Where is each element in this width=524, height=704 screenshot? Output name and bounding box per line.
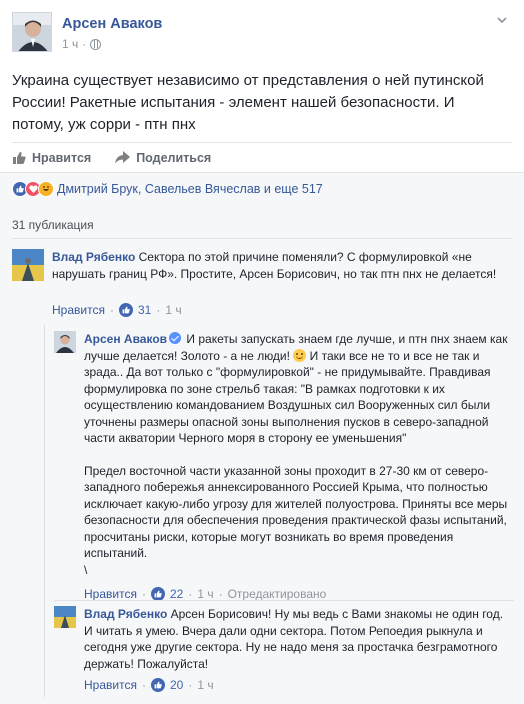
- reply-author[interactable]: Арсен Аваков: [84, 332, 167, 346]
- reply-like-button[interactable]: Нравится: [84, 678, 137, 692]
- reply-meta: Нравится · 20 · 1 ч: [84, 678, 214, 692]
- reply-thread-line: [44, 325, 45, 697]
- post-time[interactable]: 1 ч: [62, 37, 78, 51]
- reply-meta: Нравится · 22 · 1 ч · Отредактировано: [84, 587, 327, 601]
- post-meta: 1 ч ·: [62, 37, 102, 51]
- comment-like-button[interactable]: Нравится: [52, 303, 105, 317]
- avatar[interactable]: [12, 249, 44, 281]
- reply-time[interactable]: 1 ч: [197, 587, 213, 601]
- haha-reaction-icon: [38, 180, 54, 197]
- post-author[interactable]: Арсен Аваков: [62, 16, 162, 32]
- comments-count[interactable]: 31 публикация: [12, 218, 94, 232]
- reply-like-button[interactable]: Нравится: [84, 587, 137, 601]
- reply: Арсен Аваков И ракеты запускать знаем гд…: [54, 331, 514, 601]
- like-count-icon: [118, 303, 133, 317]
- divider: [12, 238, 512, 239]
- like-button[interactable]: Нравится: [12, 151, 91, 165]
- smile-emoji-icon: [293, 348, 307, 362]
- avatar[interactable]: [12, 12, 52, 52]
- post-header: Арсен Аваков 1 ч ·: [12, 12, 512, 58]
- like-count-icon: [150, 587, 165, 601]
- avatar[interactable]: [54, 606, 76, 628]
- reaction-icons: [12, 180, 54, 197]
- comment-author[interactable]: Влад Рябенко: [52, 250, 135, 264]
- like-count[interactable]: 22: [170, 587, 183, 601]
- reply: Влад Рябенко Арсен Борисович! Ну мы ведь…: [54, 606, 514, 698]
- reactors-summary[interactable]: Дмитрий Брук, Савельев Вячеслав и еще 51…: [57, 182, 323, 196]
- like-count[interactable]: 20: [170, 678, 183, 692]
- comment-meta: Нравится · 31 · 1 ч: [52, 303, 182, 317]
- like-count-icon: [150, 678, 165, 692]
- comment-text: Влад Рябенко Сектора по этой причине пом…: [52, 249, 512, 282]
- chevron-down-icon[interactable]: [496, 14, 510, 28]
- share-label: Поделиться: [136, 150, 212, 165]
- post-text: Украина существует независимо от предста…: [12, 72, 484, 133]
- globe-icon: [90, 38, 102, 50]
- avatar[interactable]: [54, 331, 76, 353]
- comment-time[interactable]: 1 ч: [165, 303, 181, 317]
- reactions-row[interactable]: Дмитрий Брук, Савельев Вячеслав и еще 51…: [0, 172, 524, 204]
- post-actions: Нравится Поделиться: [12, 142, 512, 168]
- edited-label[interactable]: Отредактировано: [228, 587, 327, 601]
- reply-message-part-3: Предел восточной части указанной зоны пр…: [84, 463, 508, 561]
- reply-author[interactable]: Влад Рябенко: [84, 607, 167, 621]
- like-label: Нравится: [32, 150, 92, 165]
- reply-time[interactable]: 1 ч: [197, 678, 213, 692]
- comment: Влад Рябенко Сектора по этой причине пом…: [12, 249, 512, 319]
- reply-message-part-4: \: [84, 562, 88, 577]
- like-count[interactable]: 31: [138, 303, 151, 317]
- share-button[interactable]: Поделиться: [115, 151, 211, 165]
- thumbs-up-icon: [13, 151, 26, 164]
- facebook-post-card: Арсен Аваков 1 ч · Украина существует не…: [0, 0, 524, 704]
- reply-text: Арсен Аваков И ракеты запускать знаем гд…: [84, 331, 508, 578]
- share-arrow-icon: [115, 151, 131, 164]
- divider: [54, 600, 514, 601]
- reply-text: Влад Рябенко Арсен Борисович! Ну мы ведь…: [84, 606, 508, 672]
- verified-badge-icon: [169, 332, 182, 344]
